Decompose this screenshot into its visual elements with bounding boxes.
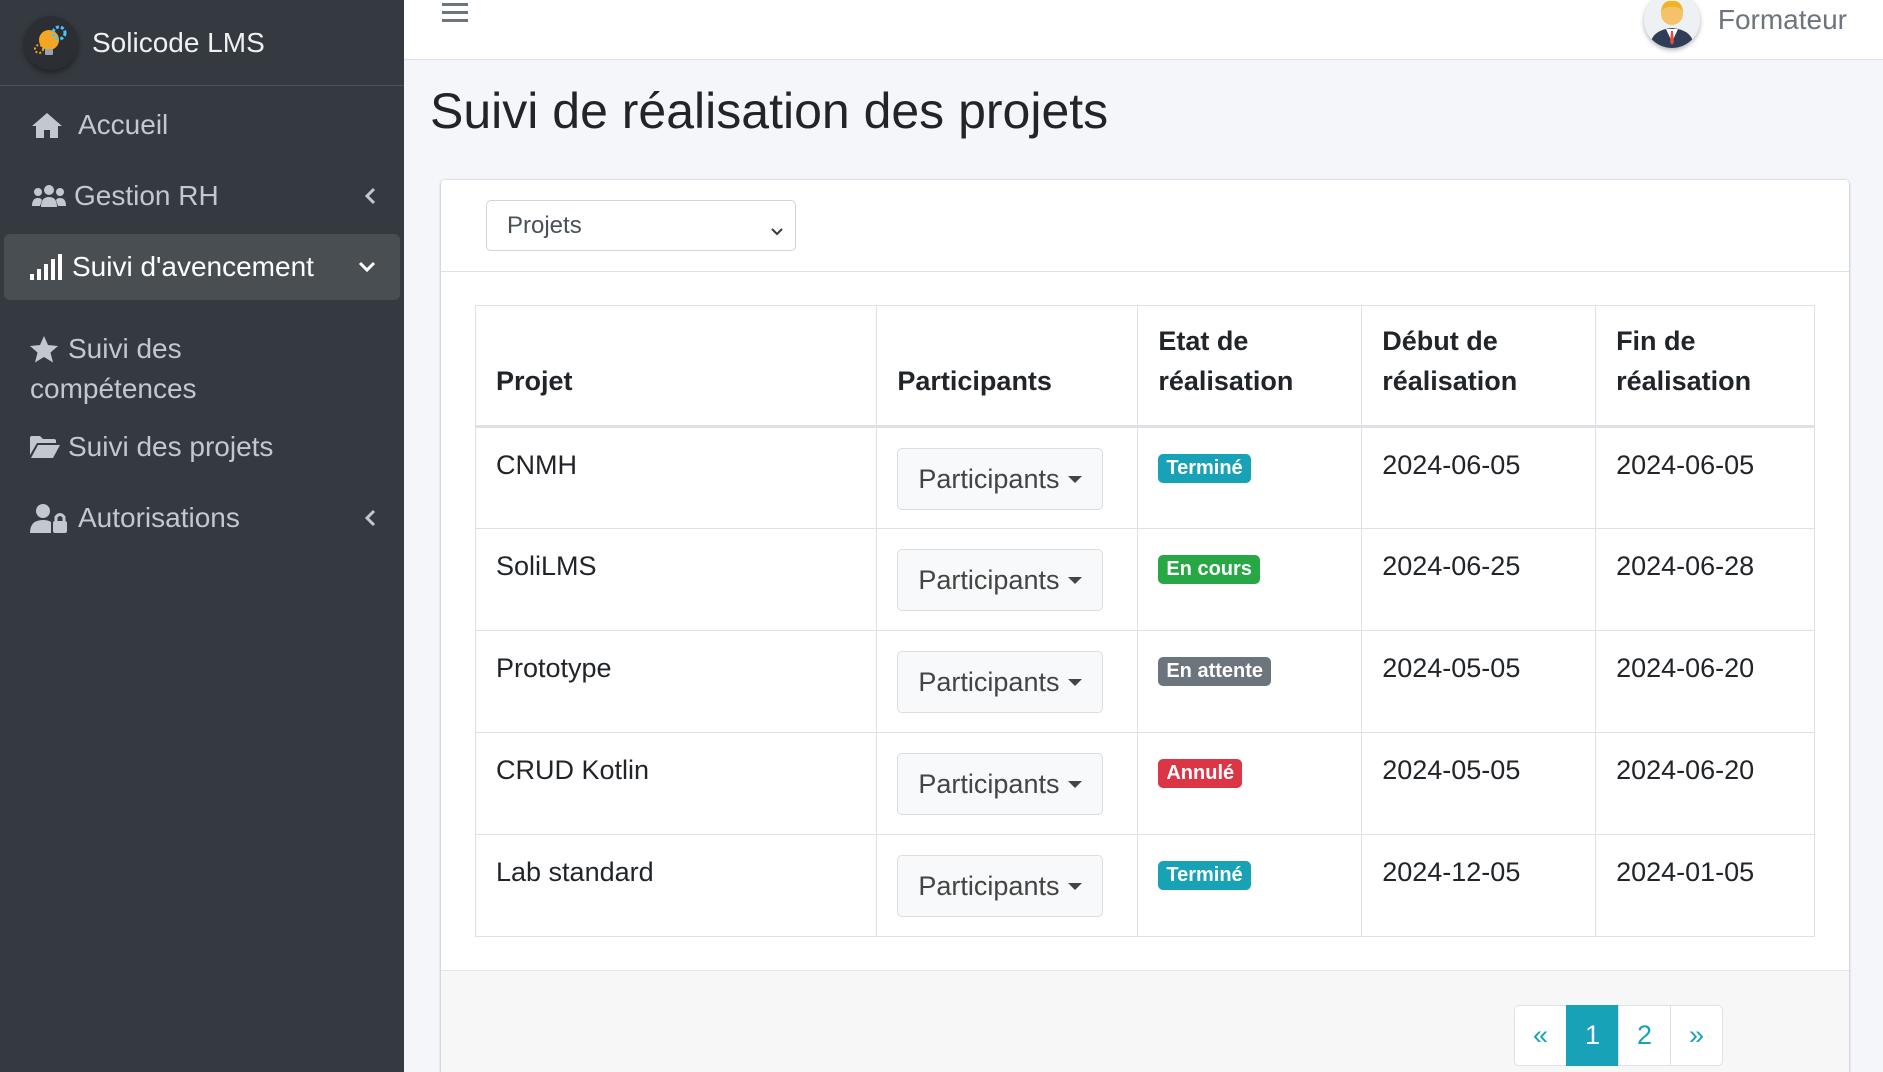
cell-participants: Participants <box>876 732 1139 835</box>
cell-fin: 2024-06-20 <box>1595 630 1815 733</box>
projects-table-wrapper: Projet Participants Etat de réalisation D… <box>474 305 1815 937</box>
cell-projet: CNMH <box>474 426 878 529</box>
home-icon <box>30 111 70 139</box>
card-header: Projets <box>441 180 1849 272</box>
user-menu[interactable]: Formateur <box>1643 0 1847 48</box>
page-title: Suivi de réalisation des projets <box>430 83 1109 139</box>
user-lock-icon <box>30 503 70 533</box>
status-badge: Annulé <box>1158 759 1243 788</box>
cell-debut: 2024-06-05 <box>1361 426 1597 529</box>
chevron-left-icon <box>364 509 376 527</box>
cell-projet: Prototype <box>474 630 878 733</box>
table-row: CRUD Kotlin Participants Annulé 2024-05-… <box>474 732 1815 835</box>
brand-name: Solicode LMS <box>92 26 265 58</box>
cell-fin: 2024-06-28 <box>1595 528 1815 631</box>
cell-etat: Terminé <box>1137 834 1363 937</box>
cell-projet: SoliLMS <box>474 528 878 631</box>
status-badge: Terminé <box>1158 454 1251 483</box>
sidebar: Solicode LMS Accueil Gestion RH Suivi d'… <box>0 0 404 1072</box>
cell-participants: Participants <box>876 630 1139 733</box>
avatar <box>1643 0 1700 48</box>
chevron-down-icon <box>358 261 376 273</box>
table-row: Lab standard Participants Terminé 2024-1… <box>474 834 1815 937</box>
status-badge: En cours <box>1158 555 1260 584</box>
signal-icon <box>30 254 66 280</box>
table-row: SoliLMS Participants En cours 2024-06-25… <box>474 528 1815 631</box>
caret-down-icon <box>1068 678 1083 686</box>
folder-open-icon <box>30 435 60 459</box>
cell-participants: Participants <box>876 426 1139 529</box>
sidebar-item-label: Gestion RH <box>74 180 219 211</box>
cell-etat: Annulé <box>1137 732 1363 835</box>
participants-dropdown-button[interactable]: Participants <box>897 448 1104 510</box>
table-header-row: Projet Participants Etat de réalisation D… <box>474 305 1815 428</box>
caret-down-icon <box>1068 475 1083 483</box>
table-row: Prototype Participants En attente 2024-0… <box>474 630 1815 733</box>
sidebar-item-label: Suivi des <box>68 333 182 364</box>
sidebar-item-suivi-projets[interactable]: Suivi des projets <box>4 414 400 480</box>
status-badge: Terminé <box>1158 861 1251 890</box>
sidebar-item-label: Suivi des projets <box>68 431 274 462</box>
cell-fin: 2024-01-05 <box>1595 834 1815 937</box>
sidebar-item-accueil[interactable]: Accueil <box>4 92 400 158</box>
caret-down-icon <box>1068 882 1083 890</box>
pagination-next[interactable]: » <box>1670 1005 1723 1066</box>
cell-etat: Terminé <box>1137 426 1363 529</box>
sidebar-item-suivi-avencement[interactable]: Suivi d'avencement <box>4 234 400 300</box>
cell-etat: En cours <box>1137 528 1363 631</box>
sidebar-item-label: Suivi d'avencement <box>72 251 314 282</box>
sidebar-item-label: Accueil <box>78 109 169 140</box>
caret-down-icon <box>1068 576 1083 584</box>
brand-link[interactable]: Solicode LMS <box>0 0 404 86</box>
sidebar-item-suivi-competences[interactable]: Suivi des compétences <box>4 305 400 409</box>
chevron-left-icon <box>364 187 376 205</box>
pagination-prev[interactable]: « <box>1514 1005 1567 1066</box>
users-icon <box>32 184 68 208</box>
cell-participants: Participants <box>876 834 1139 937</box>
cell-fin: 2024-06-05 <box>1595 426 1815 529</box>
cell-projet: CRUD Kotlin <box>474 732 878 835</box>
pagination: « 1 2 » <box>1514 1005 1723 1066</box>
column-header-fin: Fin de réalisation <box>1595 305 1815 428</box>
column-header-participants: Participants <box>876 305 1139 428</box>
user-name: Formateur <box>1717 4 1847 35</box>
chevron-down-icon <box>769 218 785 246</box>
participants-dropdown-button[interactable]: Participants <box>897 855 1104 917</box>
cell-debut: 2024-06-25 <box>1361 528 1597 631</box>
lightbulb-gear-icon <box>24 15 78 70</box>
status-badge: En attente <box>1158 657 1272 686</box>
sidebar-item-autorisations[interactable]: Autorisations <box>4 485 400 551</box>
cell-participants: Participants <box>876 528 1139 631</box>
participants-dropdown-button[interactable]: Participants <box>897 651 1104 713</box>
projects-card: Projets Projet Participants Etat de réali… <box>441 180 1849 1072</box>
cell-projet: Lab standard <box>474 834 878 937</box>
pagination-page-2[interactable]: 2 <box>1618 1005 1671 1066</box>
column-header-projet: Projet <box>474 305 878 428</box>
sidebar-item-label: Autorisations <box>78 502 240 533</box>
table-row: CNMH Participants Terminé 2024-06-05 202… <box>474 426 1815 529</box>
top-navbar: Formateur <box>404 0 1883 60</box>
hamburger-menu-icon[interactable] <box>442 2 468 29</box>
projects-table: Projet Participants Etat de réalisation D… <box>474 305 1815 937</box>
sidebar-item-label-line2: compétences <box>30 373 197 404</box>
participants-dropdown-button[interactable]: Participants <box>897 753 1104 815</box>
sidebar-item-gestion-rh[interactable]: Gestion RH <box>4 163 400 229</box>
participants-dropdown-button[interactable]: Participants <box>897 549 1104 611</box>
cell-debut: 2024-05-05 <box>1361 732 1597 835</box>
pagination-page-1[interactable]: 1 <box>1566 1005 1619 1066</box>
cell-debut: 2024-05-05 <box>1361 630 1597 733</box>
star-icon <box>30 335 60 363</box>
projects-filter-select[interactable]: Projets <box>486 200 796 251</box>
select-value: Projets <box>507 211 582 239</box>
sidebar-nav: Accueil Gestion RH Suivi d'avencement Su… <box>0 86 404 562</box>
cell-fin: 2024-06-20 <box>1595 732 1815 835</box>
column-header-debut: Début de réalisation <box>1361 305 1597 428</box>
column-header-etat: Etat de réalisation <box>1137 305 1363 428</box>
cell-etat: En attente <box>1137 630 1363 733</box>
caret-down-icon <box>1068 780 1083 788</box>
card-footer: « 1 2 » <box>441 970 1849 1072</box>
cell-debut: 2024-12-05 <box>1361 834 1597 937</box>
